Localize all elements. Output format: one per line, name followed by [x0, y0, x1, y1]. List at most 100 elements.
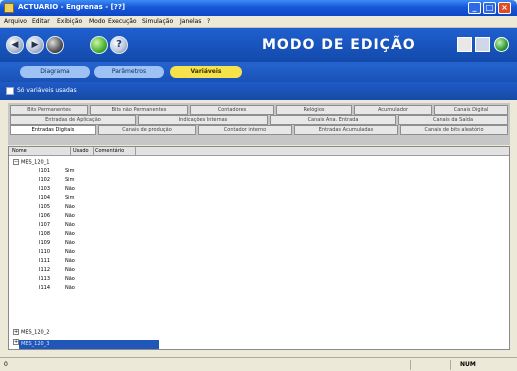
variable-used: Não: [65, 285, 75, 291]
variable-used: Não: [65, 231, 75, 237]
menu-bar: Arquivo Editar Exibição Modo Execução Si…: [0, 16, 517, 28]
variable-name: I110: [39, 249, 51, 255]
tab-entradas-aplicacao[interactable]: Entradas de Aplicação: [10, 115, 136, 125]
tree-group-label: MES_120_2: [21, 329, 50, 336]
tab-bits-nao-permanentes[interactable]: Bits não Permanentes: [90, 105, 188, 115]
variable-name: I111: [39, 258, 51, 264]
used-variables-checkbox[interactable]: [6, 87, 14, 95]
back-glyph: ◀: [11, 40, 19, 50]
category-tab-row: Entradas de Aplicação Indicações Interna…: [8, 115, 510, 125]
document-icon[interactable]: [475, 37, 490, 52]
used-variables-label: Só variáveis usadas: [17, 87, 77, 94]
menu-execucao[interactable]: Execução: [108, 18, 137, 25]
menu-arquivo[interactable]: Arquivo: [4, 18, 27, 25]
filter-bar: Só variáveis usadas: [0, 82, 517, 100]
variable-name: I108: [39, 231, 51, 237]
grid-icon[interactable]: [457, 37, 472, 52]
menu-help[interactable]: ?: [207, 18, 210, 25]
forward-icon[interactable]: ▶: [26, 36, 44, 54]
mode-title: MODO DE EDIÇÃO: [262, 37, 416, 53]
tab-canais-saida[interactable]: Canais da Saída: [398, 115, 508, 125]
tab-contador-interno[interactable]: Contador interno: [198, 125, 292, 135]
help-icon[interactable]: ?: [110, 36, 128, 54]
tab-entradas-digitais[interactable]: Entradas Digitais: [10, 125, 96, 135]
variable-used: Sim: [65, 168, 75, 174]
tab-indicacoes-internas[interactable]: Indicações Internas: [138, 115, 268, 125]
variable-used: Não: [65, 276, 75, 282]
tab-canais-bits-aleatorio[interactable]: Canais de bits aleatório: [400, 125, 508, 135]
variable-name: I112: [39, 267, 51, 273]
tree-group-label: MES_120_3: [21, 341, 50, 347]
column-divider[interactable]: [135, 147, 136, 156]
mode-tabs: Diagrama Parâmetros Variáveis: [0, 62, 517, 82]
column-divider[interactable]: [70, 147, 71, 156]
variable-used: Sim: [65, 177, 75, 183]
application-window: ACTUARIO - Engrenas - [??] _ □ × Arquivo…: [0, 0, 517, 371]
tab-canais-producao[interactable]: Canais de produção: [98, 125, 196, 135]
variable-name: I109: [39, 240, 51, 246]
column-divider[interactable]: [93, 147, 94, 156]
status-divider: [410, 360, 411, 370]
variable-used: Não: [65, 249, 75, 255]
menu-janelas[interactable]: Janelas: [180, 18, 201, 25]
menu-exibicao[interactable]: Exibição: [57, 18, 82, 25]
tab-variaveis[interactable]: Variáveis: [170, 66, 242, 78]
tab-canais-digital[interactable]: Canais Digital: [434, 105, 508, 115]
menu-editar[interactable]: Editar: [32, 18, 50, 25]
expand-icon[interactable]: +: [13, 329, 19, 335]
back-icon[interactable]: ◀: [6, 36, 24, 54]
category-tabs: Bits Permanentes Bits não Permanentes Co…: [8, 103, 510, 145]
variable-used: Não: [65, 258, 75, 264]
tab-entradas-acumuladas[interactable]: Entradas Acumuladas: [294, 125, 398, 135]
variable-name: I107: [39, 222, 51, 228]
column-name[interactable]: Nome: [12, 148, 27, 154]
close-button[interactable]: ×: [498, 2, 511, 14]
tab-parametros[interactable]: Parâmetros: [94, 66, 164, 78]
category-tab-row: Entradas Digitais Canais de produção Con…: [8, 125, 510, 135]
tab-relogios[interactable]: Relógios: [276, 105, 352, 115]
collapse-icon[interactable]: −: [13, 159, 19, 165]
column-header: Nome Usado Comentário: [9, 147, 509, 156]
num-lock-indicator: NUM: [460, 361, 476, 368]
variable-used: Não: [65, 240, 75, 246]
menu-modo[interactable]: Modo: [89, 18, 105, 25]
variable-name: I104: [39, 195, 51, 201]
tab-contadores[interactable]: Contadores: [190, 105, 274, 115]
tree-group[interactable]: − MES_120_1: [13, 159, 49, 166]
variable-used: Não: [65, 213, 75, 219]
variables-tree-table: Nome Usado Comentário − MES_120_1 I101 Sim…: [8, 146, 510, 350]
title-bar[interactable]: ACTUARIO - Engrenas - [??] _ □ ×: [0, 0, 517, 16]
tab-canais-entrada[interactable]: Canais Ana. Entrada: [270, 115, 396, 125]
variable-name: I113: [39, 276, 51, 282]
help-glyph: ?: [116, 39, 122, 50]
forward-glyph: ▶: [31, 40, 39, 50]
variable-name: I106: [39, 213, 51, 219]
record-icon[interactable]: [46, 36, 64, 54]
variable-used: Não: [65, 186, 75, 192]
status-text: 0: [4, 361, 8, 368]
column-used[interactable]: Usado: [73, 148, 89, 154]
variable-name: I101: [39, 168, 51, 174]
variable-used: Sim: [65, 195, 75, 201]
globe-icon[interactable]: [494, 37, 509, 52]
run-icon[interactable]: [90, 36, 108, 54]
app-icon: [4, 3, 14, 13]
tab-diagrama[interactable]: Diagrama: [20, 66, 90, 78]
variable-name: I114: [39, 285, 51, 291]
tree-group-label: MES_120_1: [21, 159, 50, 166]
tab-bits-permanentes[interactable]: Bits Permanentes: [10, 105, 88, 115]
tree-group-selected[interactable]: MES_120_3: [19, 340, 159, 349]
column-comment[interactable]: Comentário: [95, 148, 124, 154]
maximize-button[interactable]: □: [483, 2, 496, 14]
window-title: ACTUARIO - Engrenas - [??]: [18, 3, 126, 11]
variable-used: Não: [65, 267, 75, 273]
status-divider: [450, 360, 451, 370]
minimize-button[interactable]: _: [468, 2, 481, 14]
variable-name: I103: [39, 186, 51, 192]
variable-used: Não: [65, 204, 75, 210]
menu-simulacao[interactable]: Simulação: [142, 18, 173, 25]
tree-group[interactable]: + MES_120_2: [13, 329, 49, 336]
category-tab-row: Bits Permanentes Bits não Permanentes Co…: [8, 105, 510, 115]
variable-name: I105: [39, 204, 51, 210]
tab-acumulador[interactable]: Acumulador: [354, 105, 432, 115]
